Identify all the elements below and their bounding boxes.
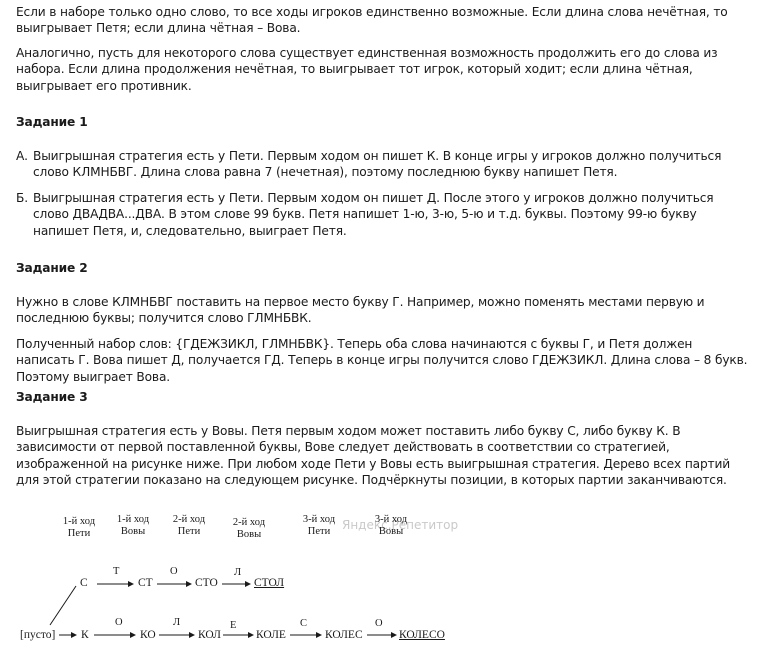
tree-node-upper-4-final: СТОЛ: [254, 577, 285, 589]
task1-text-b: Выигрышная стратегия есть у Пети. Первым…: [33, 191, 714, 238]
tree-node-lower-2: КО: [140, 629, 156, 641]
edge-label-upper-2: О: [170, 566, 178, 577]
edge-label-lower-4: С: [300, 618, 308, 629]
tree-root: [пусто]: [20, 629, 56, 641]
edge-root-upper: [49, 585, 77, 626]
tree-edges: [49, 581, 397, 638]
task3-paragraph-1: Выигрышная стратегия есть у Вовы. Петя п…: [16, 424, 731, 488]
tree-node-lower-1: К: [81, 629, 89, 641]
edge-label-upper-3: Л: [234, 567, 242, 578]
task1-item-b: Б. Выигрышная стратегия есть у Пети. Пер…: [16, 190, 751, 239]
task3-heading: Задание 3: [16, 390, 88, 404]
task2-heading: Задание 2: [16, 261, 88, 275]
intro-paragraph-1: Если в наборе только одно слово, то все …: [16, 5, 728, 36]
edge-label-upper-1: Т: [113, 566, 120, 577]
tree-node-upper-2: СТ: [138, 577, 153, 589]
task1-text-a: Выигрышная стратегия есть у Пети. Первым…: [33, 149, 722, 180]
task1-heading: Задание 1: [16, 115, 88, 129]
tree-node-lower-5: КОЛЕС: [325, 629, 363, 641]
game-tree-figure: Яндекс.Репетитор 1-й ход Пети 1-й ход Во…: [0, 505, 763, 652]
task1-marker-a: А.: [16, 149, 28, 163]
tree-node-lower-4: КОЛЕ: [256, 629, 286, 641]
tree-node-upper-1: С: [80, 577, 88, 589]
tree-node-lower-6-final: КОЛЕСО: [399, 629, 445, 641]
intro-paragraph-2: Аналогично, пусть для некоторого слова с…: [16, 46, 718, 93]
edge-label-lower-5: О: [375, 618, 383, 629]
task1-item-a: А. Выигрышная стратегия есть у Пети. Пер…: [16, 148, 751, 181]
task2-paragraph-2: Полученный набор слов: {ГДЕЖЗИКЛ, ГЛМНБВ…: [16, 337, 748, 384]
task1-marker-b: Б.: [16, 191, 28, 205]
edge-label-lower-2: Л: [173, 617, 181, 628]
edge-label-lower-3: Е: [230, 620, 237, 631]
edge-label-lower-1: О: [115, 617, 123, 628]
task2-paragraph-1: Нужно в слове КЛМНБВГ поставить на перво…: [16, 295, 705, 326]
tree-node-lower-3: КОЛ: [198, 629, 221, 641]
tree-node-upper-3: СТО: [195, 577, 218, 589]
